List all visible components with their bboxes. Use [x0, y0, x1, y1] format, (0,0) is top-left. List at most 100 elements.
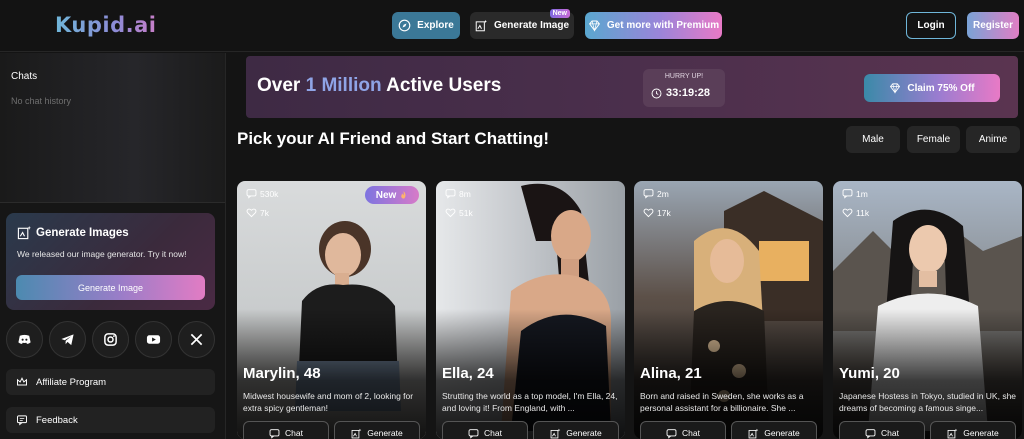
heart-icon	[842, 208, 853, 218]
chat-button[interactable]: Chat	[442, 421, 528, 439]
affiliate-program-label: Affiliate Program	[36, 376, 107, 388]
like-count: 7k	[246, 207, 269, 218]
x-button[interactable]	[178, 321, 215, 358]
filter-anime[interactable]: Anime	[966, 126, 1020, 153]
chat-button[interactable]: Chat	[839, 421, 925, 439]
character-description: Born and raised in Sweden, she works as …	[640, 391, 804, 413]
discord-icon	[18, 334, 31, 344]
top-header: Kupid.ai Explore Generate Image New Get …	[0, 0, 1024, 52]
chat-bubble-icon	[468, 428, 479, 439]
character-card[interactable]: 530k 7k New Marylin, 48 Midwest housewif…	[237, 181, 426, 439]
like-count-value: 17k	[657, 207, 671, 218]
new-badge: New	[549, 9, 570, 18]
instagram-icon	[104, 333, 117, 346]
character-card[interactable]: 8m 51k Ella, 24 Strutting the world as a…	[436, 181, 625, 439]
chat-count: 8m	[445, 188, 471, 199]
timer-value: 33:19:28	[666, 87, 711, 99]
countdown-timer: HURRY UP! 33:19:28	[643, 69, 725, 107]
chats-empty-text: No chat history	[11, 96, 72, 106]
chats-panel: Chats No chat history	[0, 53, 225, 203]
chat-count: 530k	[246, 188, 278, 199]
chat-count-value: 1m	[856, 188, 868, 199]
chat-bubble-icon	[643, 189, 654, 199]
chat-count: 2m	[643, 188, 669, 199]
timer-value-row: 33:19:28	[651, 87, 710, 99]
generate-button[interactable]: Generate	[334, 421, 420, 439]
character-name: Yumi, 20	[839, 365, 900, 382]
like-count-value: 51k	[459, 207, 473, 218]
chat-count-value: 2m	[657, 188, 669, 199]
register-button[interactable]: Register	[967, 12, 1019, 39]
generate-image-cta-button[interactable]: Generate Image	[16, 275, 205, 300]
new-badge-label: New	[375, 189, 397, 201]
generate-images-title: Generate Images	[36, 227, 129, 239]
new-badge: New	[365, 186, 419, 204]
chat-bubble-icon	[666, 428, 677, 439]
image-sparkle-icon	[17, 225, 32, 240]
promo-banner: Over 1 Million Active Users HURRY UP! 33…	[246, 56, 1018, 118]
like-count: 11k	[842, 207, 869, 218]
character-card[interactable]: 2m 17k Alina, 21 Born and raised in Swed…	[634, 181, 823, 439]
image-sparkle-icon	[550, 428, 561, 438]
clock-icon	[651, 88, 662, 98]
discord-button[interactable]	[6, 321, 43, 358]
generate-button[interactable]: Generate	[731, 421, 817, 439]
login-button[interactable]: Login	[906, 12, 956, 39]
character-description: Strutting the world as a top model, I'm …	[442, 391, 618, 413]
premium-button[interactable]: Get more with Premium	[585, 12, 722, 39]
character-card[interactable]: 1m 11k Yumi, 20 Japanese Hostess in Toky…	[833, 181, 1022, 439]
image-sparkle-icon	[748, 428, 759, 438]
generate-images-card: Generate Images We released our image ge…	[6, 213, 215, 310]
chat-bubble-icon	[865, 428, 876, 439]
generate-button-label: Generate	[367, 428, 403, 438]
diamond-icon	[890, 83, 901, 94]
youtube-button[interactable]	[135, 321, 172, 358]
chat-button-label: Chat	[285, 428, 303, 438]
generate-button-label: Generate	[963, 428, 999, 438]
claim-offer-button[interactable]: Claim 75% Off	[864, 74, 1000, 102]
chat-button[interactable]: Chat	[243, 421, 329, 439]
chat-button-label: Chat	[484, 428, 502, 438]
generate-image-button[interactable]: Generate Image New	[470, 9, 574, 39]
image-sparkle-icon	[475, 19, 488, 32]
crown-icon	[17, 377, 27, 386]
diamond-icon	[588, 20, 600, 32]
premium-label: Get more with Premium	[606, 20, 720, 31]
like-count: 17k	[643, 207, 671, 218]
filter-female[interactable]: Female	[907, 126, 960, 153]
like-count: 51k	[445, 207, 473, 218]
chat-bubble-icon	[246, 189, 257, 199]
explore-button[interactable]: Explore	[392, 12, 460, 39]
chat-bubble-icon	[269, 428, 280, 439]
timer-label: HURRY UP!	[664, 73, 704, 80]
x-icon	[190, 333, 203, 346]
chats-title: Chats	[11, 71, 38, 82]
image-sparkle-icon	[351, 428, 362, 438]
instagram-button[interactable]	[92, 321, 129, 358]
banner-text-post: Active Users	[381, 75, 502, 96]
logo[interactable]: Kupid.ai	[55, 13, 156, 37]
feedback-label: Feedback	[36, 414, 78, 426]
chat-button-label: Chat	[881, 428, 899, 438]
character-name: Marylin, 48	[243, 365, 321, 382]
character-name: Ella, 24	[442, 365, 494, 382]
image-sparkle-icon	[947, 428, 958, 438]
like-count-value: 11k	[856, 207, 870, 218]
generate-button[interactable]: Generate	[930, 421, 1016, 439]
filter-male[interactable]: Male	[846, 126, 900, 153]
affiliate-program-link[interactable]: Affiliate Program	[6, 369, 215, 395]
telegram-button[interactable]	[49, 321, 86, 358]
chat-button-label: Chat	[682, 428, 700, 438]
generate-images-text: We released our image generator. Try it …	[17, 249, 187, 259]
youtube-icon	[146, 335, 161, 344]
feedback-link[interactable]: Feedback	[6, 407, 215, 433]
chat-button[interactable]: Chat	[640, 421, 726, 439]
banner-headline: Over 1 Million Active Users	[257, 75, 501, 97]
like-count-value: 7k	[260, 207, 269, 218]
generate-button[interactable]: Generate	[533, 421, 619, 439]
chat-bubble-icon	[445, 189, 456, 199]
page-title: Pick your AI Friend and Start Chatting!	[237, 129, 550, 148]
chat-count-value: 8m	[459, 188, 471, 199]
chat-count-value: 530k	[260, 188, 279, 199]
heart-icon	[246, 208, 257, 218]
